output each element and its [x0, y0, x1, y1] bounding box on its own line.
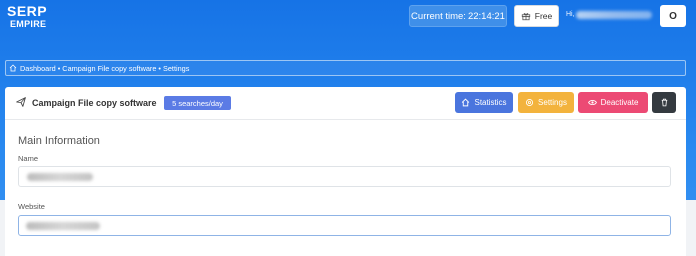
redacted-user-email — [576, 11, 652, 19]
redacted-name-value — [27, 173, 93, 181]
gift-icon — [521, 13, 530, 21]
redacted-website-value — [26, 222, 100, 230]
search-limit-badge: 5 searches/day — [164, 96, 231, 110]
website-field[interactable] — [18, 215, 671, 236]
paper-plane-icon — [16, 97, 26, 107]
settings-button[interactable]: Settings — [518, 92, 574, 113]
user-avatar[interactable]: O — [660, 5, 686, 27]
greeting-text: Hi, — [566, 11, 575, 18]
name-field[interactable] — [18, 166, 671, 187]
trash-icon — [661, 98, 667, 107]
campaign-card: Campaign File copy software 5 searches/d… — [5, 87, 686, 256]
home-icon — [462, 98, 470, 107]
breadcrumb-text[interactable]: Dashboard • Campaign File copy software … — [20, 64, 189, 73]
current-time-value: 22:14:21 — [467, 10, 505, 22]
name-label: Name — [18, 154, 39, 163]
plan-button[interactable]: Free — [514, 5, 559, 27]
eye-icon — [587, 99, 597, 106]
section-title: Main Information — [18, 135, 100, 147]
statistics-label: Statistics — [474, 98, 507, 107]
gear-icon — [526, 98, 534, 107]
current-time-display: Current time: 22:14:21 — [409, 5, 507, 27]
card-header: Campaign File copy software 5 searches/d… — [5, 87, 686, 120]
logo-text-bottom: EMPIRE — [10, 19, 47, 29]
settings-label: Settings — [538, 98, 567, 107]
home-icon — [9, 64, 17, 72]
statistics-button[interactable]: Statistics — [455, 92, 513, 113]
website-label: Website — [18, 202, 45, 211]
breadcrumb: Dashboard • Campaign File copy software … — [5, 60, 686, 76]
deactivate-label: Deactivate — [600, 98, 639, 107]
deactivate-button[interactable]: Deactivate — [578, 92, 648, 113]
logo-text-top: SERP — [7, 3, 48, 19]
plan-label: Free — [534, 11, 553, 21]
serp-empire-logo[interactable]: SERP EMPIRE — [5, 2, 75, 30]
delete-button[interactable] — [652, 92, 676, 113]
campaign-title: Campaign File copy software — [32, 98, 157, 108]
current-time-label: Current time: — [411, 10, 466, 22]
